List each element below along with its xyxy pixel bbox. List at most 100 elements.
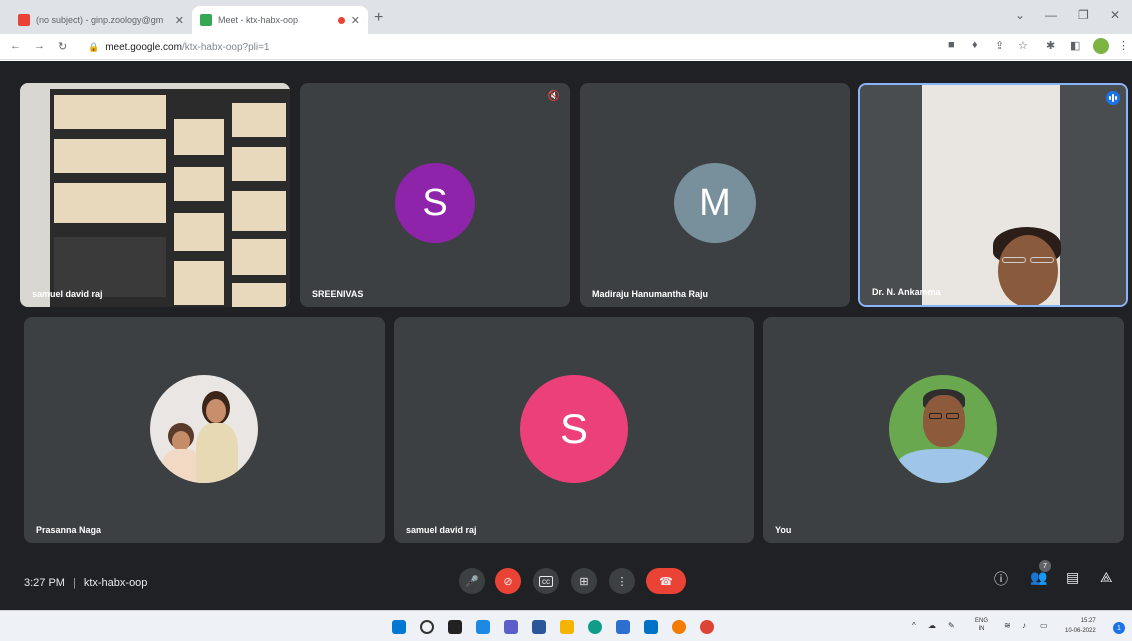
file-explorer-icon[interactable] — [560, 620, 574, 634]
participant-name: samuel david raj — [32, 289, 103, 299]
participant-photo — [889, 375, 997, 483]
more-options-button[interactable]: ⋮ — [609, 568, 635, 594]
wifi-icon[interactable]: ≋ — [1004, 621, 1011, 630]
clock-time: 15:27 — [1080, 618, 1096, 624]
onedrive-icon[interactable]: ☁ — [928, 621, 936, 630]
info-button[interactable]: ⓘ — [994, 569, 1008, 589]
bookmark-star-icon[interactable]: ☆ — [1018, 39, 1028, 52]
share-icon[interactable]: ⇪ — [995, 39, 1004, 52]
leave-call-icon: ☎ — [659, 575, 673, 588]
close-window-button[interactable]: ✕ — [1110, 8, 1120, 22]
pen-icon[interactable]: ✎ — [948, 621, 955, 630]
browser-toolbar: ← → ↻ 🔒 meet.google.com /ktx-habx-oop?pl… — [0, 34, 1132, 60]
captions-button[interactable]: cc — [533, 568, 559, 594]
volume-icon[interactable]: ♪ — [1022, 621, 1026, 630]
captions-icon: cc — [539, 575, 553, 587]
video-feed — [860, 85, 1126, 305]
avatar-initial: M — [699, 181, 731, 224]
start-icon[interactable] — [392, 620, 406, 634]
mic-button[interactable]: 🎤 — [459, 568, 485, 594]
minimize-button[interactable]: — — [1045, 8, 1057, 22]
participant-tile[interactable]: Prasanna Naga — [24, 317, 385, 543]
divider: | — [72, 577, 76, 589]
meet-stage: samuel david raj S 🔇 SREENIVAS M Madiraj… — [0, 61, 1132, 610]
participant-avatar: S — [520, 375, 628, 483]
mic-icon: 🎤 — [465, 575, 479, 588]
speaking-indicator-icon — [1106, 91, 1120, 105]
participant-name: Prasanna Naga — [36, 525, 102, 535]
activities-icon: ⟁ — [1100, 569, 1113, 585]
leave-call-button[interactable]: ☎ — [646, 568, 686, 594]
side-panel-icon[interactable]: ◧ — [1070, 39, 1080, 52]
participant-name: samuel david raj — [406, 525, 477, 535]
present-icon: ⊞ — [579, 575, 589, 588]
forward-icon[interactable]: → — [34, 40, 45, 52]
extensions-icon[interactable]: ✱ — [1046, 39, 1055, 52]
participant-tile-self[interactable]: You — [763, 317, 1124, 543]
chat-button[interactable]: ▤ — [1066, 569, 1079, 586]
word-icon[interactable] — [532, 620, 546, 634]
lock-icon: 🔒 — [88, 41, 100, 52]
tab-gmail[interactable]: (no subject) - ginp.zoology@gm ✕ — [10, 6, 192, 34]
back-icon[interactable]: ← — [10, 40, 21, 52]
address-bar[interactable]: 🔒 meet.google.com /ktx-habx-oop?pli=1 — [88, 37, 928, 57]
show-hidden-icons-icon[interactable]: ^ — [912, 621, 916, 630]
gmail-icon — [18, 14, 30, 26]
battery-icon[interactable]: ▭ — [1040, 621, 1048, 630]
tab-search-icon[interactable]: ⌄ — [1015, 8, 1025, 22]
participant-photo — [150, 375, 258, 483]
participant-tile-active-speaker[interactable]: Dr. N. Ankamma — [858, 83, 1128, 307]
meeting-details: 3:27 PM | ktx-habx-oop — [24, 577, 147, 589]
tab-meet[interactable]: Meet - ktx-habx-oop ✕ — [192, 6, 368, 34]
notification-badge[interactable]: 1 — [1113, 622, 1125, 634]
avatar-initial: S — [559, 405, 588, 452]
recording-indicator-icon — [337, 16, 345, 24]
language-code: ENG — [975, 618, 989, 624]
system-clock[interactable]: 15:27 10-06-2022 — [1065, 616, 1096, 636]
outlook-icon[interactable] — [644, 620, 658, 634]
meeting-time: 3:27 PM — [24, 577, 65, 589]
activities-button[interactable]: ⟁ — [1100, 569, 1113, 586]
url-path: /ktx-habx-oop?pli=1 — [181, 41, 270, 53]
video-feed — [20, 83, 290, 307]
close-tab-icon[interactable]: ✕ — [175, 14, 184, 27]
info-icon: ⓘ — [994, 571, 1008, 587]
close-tab-icon[interactable]: ✕ — [351, 14, 360, 27]
participant-tile[interactable]: M Madiraju Hanumantha Raju — [580, 83, 850, 307]
mic-indicator-icon[interactable]: ♦ — [972, 39, 978, 51]
search-icon[interactable] — [420, 620, 434, 634]
camera-indicator-icon[interactable]: ■ — [948, 39, 955, 51]
participant-tile[interactable]: S 🔇 SREENIVAS — [300, 83, 570, 307]
url-domain: meet.google.com — [105, 41, 182, 53]
meet-icon — [200, 14, 212, 26]
present-button[interactable]: ⊞ — [571, 568, 597, 594]
participant-tile[interactable]: samuel david raj — [20, 83, 290, 307]
browser-tabstrip: (no subject) - ginp.zoology@gm ✕ Meet - … — [0, 0, 1132, 34]
menu-icon[interactable]: ⋮ — [1118, 39, 1129, 52]
store-icon[interactable] — [616, 620, 630, 634]
edge-icon[interactable] — [588, 620, 602, 634]
participant-tile[interactable]: S samuel david raj — [394, 317, 754, 543]
new-tab-button[interactable]: + — [374, 9, 383, 27]
avatar-initial: S — [422, 181, 448, 224]
clock-date: 10-06-2022 — [1065, 628, 1096, 634]
participant-name: SREENIVAS — [312, 289, 364, 299]
task-view-icon[interactable] — [448, 620, 462, 634]
camera-toggle-button[interactable]: ⊘ — [495, 568, 521, 594]
widgets-icon[interactable] — [476, 620, 490, 634]
participant-name: Dr. N. Ankamma — [872, 287, 941, 297]
profile-avatar[interactable] — [1093, 38, 1109, 54]
chat-app-icon[interactable] — [504, 620, 518, 634]
camera-off-icon: ⊘ — [503, 575, 513, 588]
maximize-button[interactable]: ❐ — [1078, 8, 1089, 22]
tab-title: Meet - ktx-habx-oop — [218, 15, 299, 25]
region-code: IN — [978, 626, 985, 632]
chrome-icon[interactable] — [700, 620, 714, 634]
reload-icon[interactable]: ↻ — [58, 40, 67, 53]
more-options-icon: ⋮ — [616, 575, 628, 588]
photos-icon[interactable] — [672, 620, 686, 634]
participant-name: Madiraju Hanumantha Raju — [592, 289, 709, 299]
mic-muted-icon: 🔇 — [547, 91, 560, 102]
language-indicator[interactable]: ENG IN — [975, 617, 988, 633]
chat-icon: ▤ — [1066, 569, 1080, 585]
